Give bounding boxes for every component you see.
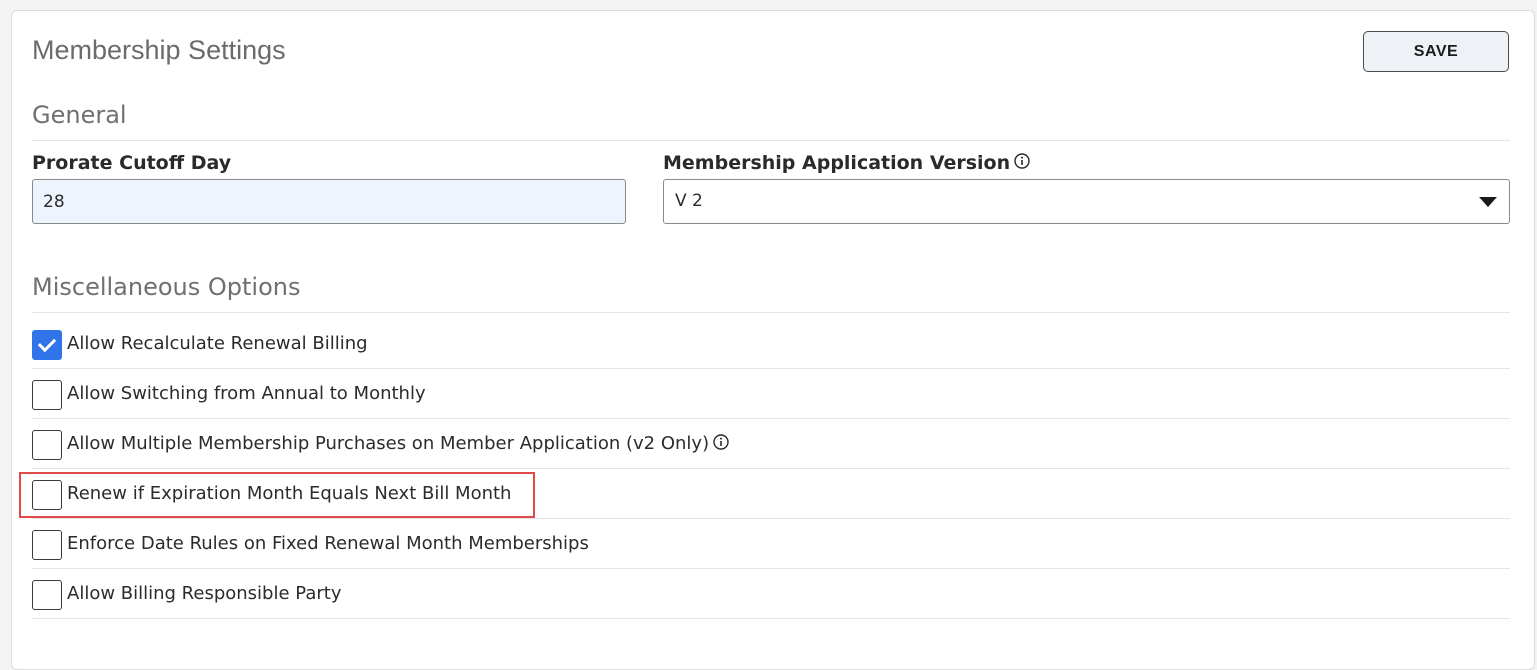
- option-label: Enforce Date Rules on Fixed Renewal Mont…: [67, 533, 589, 554]
- option-row-recalculate-renewal: Allow Recalculate Renewal Billing: [32, 319, 1510, 369]
- option-row-annual-to-monthly: Allow Switching from Annual to Monthly: [32, 369, 1510, 419]
- section-title-misc: Miscellaneous Options: [32, 273, 301, 301]
- option-row-billing-responsible: Allow Billing Responsible Party: [32, 569, 1510, 619]
- option-row-enforce-date-rules: Enforce Date Rules on Fixed Renewal Mont…: [32, 519, 1510, 569]
- option-row-multiple-purchases: Allow Multiple Membership Purchases on M…: [32, 419, 1510, 469]
- option-label: Allow Billing Responsible Party: [67, 583, 342, 604]
- caret-down-icon: [1479, 197, 1497, 207]
- app-version-label-text: Membership Application Version: [663, 152, 1011, 174]
- option-label-text: Allow Multiple Membership Purchases on M…: [67, 433, 710, 454]
- checkbox-enforce-date-rules[interactable]: [32, 530, 62, 560]
- page-title: Membership Settings: [32, 35, 286, 65]
- checkbox-billing-responsible[interactable]: [32, 580, 62, 610]
- option-label: Allow Switching from Annual to Monthly: [67, 383, 426, 404]
- prorate-cutoff-label-text: Prorate Cutoff Day: [32, 152, 232, 174]
- section-title-general: General: [32, 101, 127, 129]
- checkbox-renew-expiration[interactable]: [32, 480, 62, 510]
- save-button[interactable]: SAVE: [1363, 31, 1509, 72]
- checkbox-annual-to-monthly[interactable]: [32, 380, 62, 410]
- prorate-cutoff-label: Prorate Cutoff Day: [32, 152, 231, 174]
- app-version-selected-value: V 2: [675, 191, 703, 211]
- settings-card: Membership Settings SAVE General Prorate…: [11, 10, 1535, 670]
- option-label: Allow Recalculate Renewal Billing: [67, 333, 368, 354]
- option-label: Renew if Expiration Month Equals Next Bi…: [67, 483, 512, 504]
- app-version-label: Membership Application Version: [663, 152, 1030, 174]
- app-version-select[interactable]: V 2: [663, 179, 1510, 224]
- info-circle-icon[interactable]: [1014, 153, 1030, 169]
- info-circle-icon[interactable]: [713, 434, 729, 450]
- section-divider: [32, 140, 1510, 141]
- option-row-renew-expiration: Renew if Expiration Month Equals Next Bi…: [32, 469, 1510, 519]
- checkbox-recalculate-renewal[interactable]: [32, 330, 62, 360]
- prorate-cutoff-input[interactable]: [32, 179, 626, 224]
- section-divider: [32, 312, 1510, 313]
- checkbox-multiple-purchases[interactable]: [32, 430, 62, 460]
- option-label: Allow Multiple Membership Purchases on M…: [67, 433, 729, 454]
